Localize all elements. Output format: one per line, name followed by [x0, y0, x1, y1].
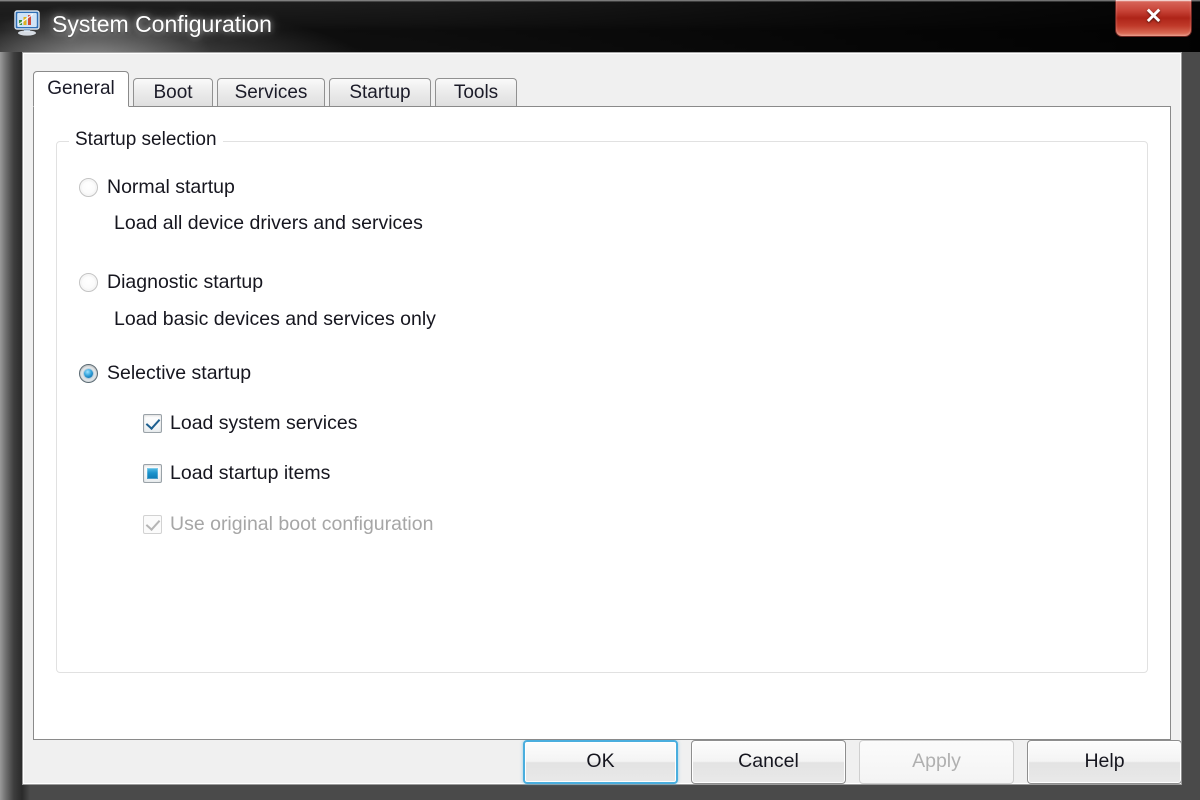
radio-selective-startup-label: Selective startup: [107, 361, 252, 384]
radio-diagnostic-startup[interactable]: Diagnostic startup: [79, 269, 263, 295]
tab-services[interactable]: Services: [217, 78, 325, 107]
cancel-button[interactable]: Cancel: [691, 740, 846, 784]
startup-selection-label: Startup selection: [69, 129, 223, 151]
tab-tools[interactable]: Tools: [435, 78, 517, 107]
system-configuration-monitor-icon: [13, 9, 43, 37]
radio-diagnostic-startup-label: Diagnostic startup: [107, 270, 264, 293]
dialog-footer: OK Cancel Apply Help: [23, 740, 1182, 784]
checkbox-load-startup-items-indicator: [143, 463, 162, 483]
close-icon: ✕: [1144, 5, 1163, 28]
tab-startup[interactable]: Startup: [329, 78, 431, 107]
checkbox-load-system-services-label: Load system services: [170, 411, 358, 434]
checkbox-use-original-boot-configuration-label: Use original boot configuration: [170, 512, 434, 535]
checkbox-use-original-boot-configuration-indicator: [143, 514, 162, 534]
tab-general[interactable]: General: [33, 71, 129, 107]
checkbox-use-original-boot-configuration: Use original boot configuration: [143, 511, 433, 537]
radio-diagnostic-startup-description: Load basic devices and services only: [114, 308, 436, 330]
help-button[interactable]: Help: [1027, 740, 1182, 784]
checkbox-load-system-services-indicator: [143, 413, 162, 433]
radio-selective-startup[interactable]: Selective startup: [79, 360, 251, 386]
apply-button: Apply: [859, 740, 1014, 784]
radio-normal-startup-label: Normal startup: [107, 175, 235, 198]
radio-normal-startup-indicator: [79, 177, 98, 197]
tab-strip: General Boot Services Startup Tools: [33, 71, 1163, 107]
window-frame: System Configuration ✕ General Boot Serv…: [0, 0, 1200, 800]
close-button[interactable]: ✕: [1115, 0, 1192, 37]
radio-selective-startup-indicator: [79, 363, 98, 383]
tab-boot[interactable]: Boot: [133, 78, 213, 107]
dialog-client-area: General Boot Services Startup Tools Star…: [22, 52, 1182, 785]
radio-normal-startup-description: Load all device drivers and services: [114, 212, 423, 234]
checkbox-load-system-services[interactable]: Load system services: [143, 410, 358, 436]
title-bar: System Configuration ✕: [0, 0, 1200, 52]
radio-normal-startup[interactable]: Normal startup: [79, 174, 235, 200]
ok-button[interactable]: OK: [523, 740, 678, 784]
window-title: System Configuration: [52, 11, 272, 37]
radio-diagnostic-startup-indicator: [79, 272, 98, 292]
checkbox-load-startup-items[interactable]: Load startup items: [143, 460, 330, 486]
checkbox-load-startup-items-label: Load startup items: [170, 461, 331, 484]
tab-page-general: Startup selection Normal startup Load al…: [33, 106, 1171, 740]
startup-selection-groupbox: Startup selection Normal startup Load al…: [56, 129, 1148, 673]
